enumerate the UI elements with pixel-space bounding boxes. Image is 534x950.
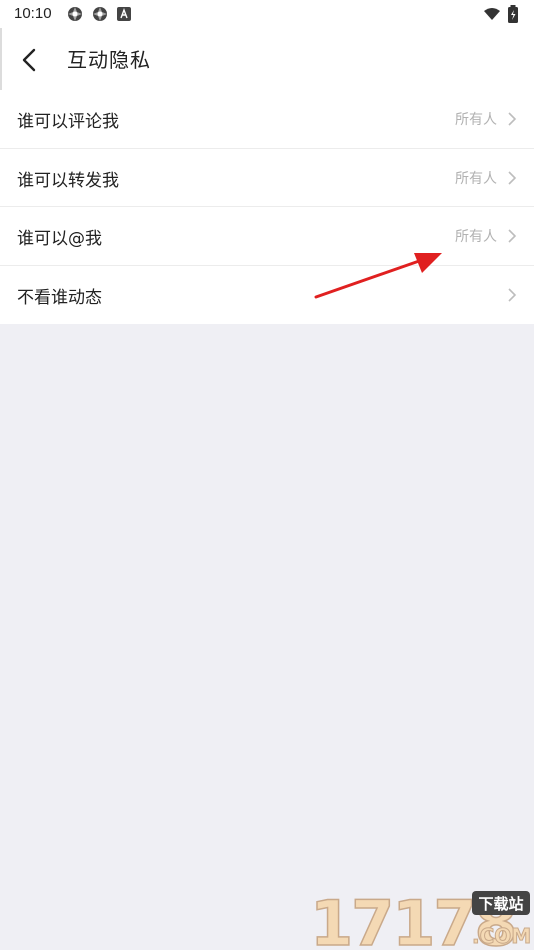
- app-icon: [93, 7, 107, 21]
- battery-icon: [508, 5, 518, 23]
- chevron-right-icon: [508, 170, 517, 185]
- watermark-badge: 下载站: [478, 895, 523, 913]
- setting-row-who-can-forward[interactable]: 谁可以转发我 所有人: [0, 149, 534, 207]
- watermark-logo: 17178 下载站 .COM: [310, 886, 532, 949]
- setting-row-who-can-mention[interactable]: 谁可以@我 所有人: [0, 207, 534, 266]
- nav-bar: 互动隐私: [0, 28, 534, 90]
- setting-label: 不看谁动态: [17, 287, 102, 308]
- chevron-right-icon: [508, 229, 517, 243]
- chevron-right-icon: [508, 112, 517, 126]
- settings-list: 谁可以评论我 所有人 谁可以转发我 所有人 谁可以@我 所有人 不看谁动态: [0, 90, 534, 324]
- wifi-icon: [484, 8, 500, 20]
- setting-row-hide-feed[interactable]: 不看谁动态: [0, 266, 534, 325]
- annotation-arrow: [314, 253, 442, 299]
- setting-label: 谁可以转发我: [17, 170, 119, 191]
- chevron-right-icon: [508, 287, 517, 302]
- chevron-left-icon[interactable]: [14, 44, 46, 76]
- setting-label: 谁可以@我: [17, 229, 102, 249]
- setting-row-who-can-comment[interactable]: 谁可以评论我 所有人: [0, 90, 534, 149]
- page-title: 互动隐私: [67, 48, 151, 72]
- app-icon: [117, 7, 131, 21]
- app-icon: [68, 7, 82, 21]
- setting-value: 所有人: [455, 112, 497, 128]
- watermark-domain: .COM: [472, 924, 531, 948]
- status-bar: 10:10: [0, 0, 534, 28]
- setting-value: 所有人: [455, 170, 497, 187]
- setting-value: 所有人: [455, 229, 497, 245]
- status-time: 10:10: [14, 5, 52, 22]
- setting-label: 谁可以评论我: [17, 112, 119, 132]
